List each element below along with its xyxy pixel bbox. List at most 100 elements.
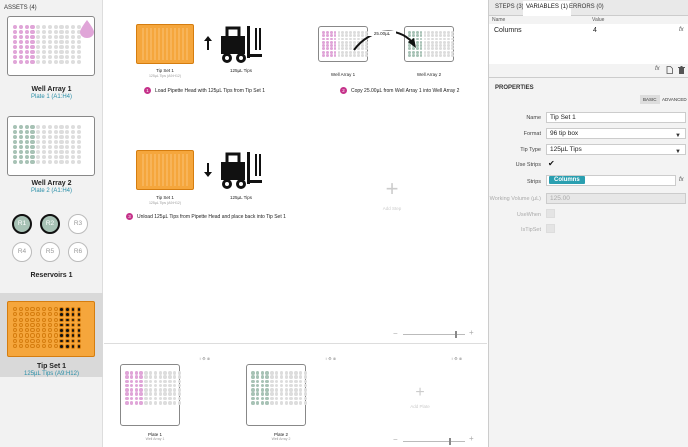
deck-plate-2[interactable] (246, 364, 308, 426)
usestrips-checkbox[interactable]: ✔ (548, 159, 555, 168)
deck-plate-1[interactable] (120, 364, 182, 426)
asset-well-array-1[interactable]: Well Array 1 Plate 1 (A1:H4) (0, 14, 103, 104)
zoom-slider-handle[interactable] (455, 331, 457, 338)
trash-icon[interactable] (678, 66, 685, 74)
well (298, 383, 303, 388)
variable-name[interactable]: Columns (494, 27, 522, 34)
well (24, 59, 29, 65)
reservoir-r3[interactable]: R3 (68, 214, 88, 234)
tip (36, 317, 41, 322)
well (36, 149, 41, 155)
well (70, 59, 76, 65)
well (36, 125, 41, 130)
strips-value-pill[interactable]: Columns (549, 176, 585, 184)
add-step-plus-icon[interactable]: + (372, 176, 412, 202)
well (168, 396, 172, 401)
well (18, 39, 23, 45)
step2-arrow-label: 25.00µL (368, 31, 396, 36)
variable-value[interactable]: 4 (593, 27, 597, 34)
well (443, 47, 446, 51)
step1-tipbox[interactable] (136, 24, 194, 64)
fx-icon[interactable]: fx (655, 66, 660, 72)
reservoir-r6[interactable]: R6 (68, 242, 88, 262)
well (18, 134, 23, 140)
zoom-in-icon[interactable]: + (469, 434, 474, 443)
well (284, 375, 289, 379)
well (13, 129, 18, 135)
well (153, 388, 158, 392)
reservoir-r5[interactable]: R5 (40, 242, 60, 262)
step2-description[interactable]: 2 Copy 25.00µL from Well Array 1 into Wel… (340, 87, 459, 94)
well (65, 54, 70, 60)
well (168, 401, 172, 405)
well (279, 371, 284, 375)
well (70, 139, 76, 145)
zoom-in-icon[interactable]: + (469, 328, 474, 337)
well (270, 375, 274, 379)
well (30, 129, 35, 135)
asset-tip-set-1[interactable]: Tip Set 1 125µL Tips (A9:H12) (0, 293, 103, 377)
fx-icon[interactable]: fx (679, 27, 684, 33)
well (446, 54, 450, 57)
well (345, 34, 349, 38)
tip (70, 333, 76, 338)
asset-reservoirs-1[interactable]: R1 R2 R3 R4 R5 R6 Reservoirs 1 (0, 208, 103, 288)
well (59, 54, 64, 60)
well (419, 54, 423, 57)
format-label: Format (523, 131, 541, 137)
format-select[interactable]: 96 tip box ▼ (546, 128, 686, 139)
strips-label: Strips (526, 179, 541, 185)
well (298, 371, 303, 375)
well (41, 134, 47, 140)
well (18, 129, 23, 135)
well (36, 49, 41, 55)
asset-well-array-2[interactable]: Well Array 2 Plate 2 (A1:H4) (0, 114, 103, 204)
var-header-name: Name (492, 17, 506, 23)
well-grid (251, 371, 308, 405)
well (329, 34, 333, 38)
deck-zoom-slider[interactable] (403, 441, 465, 442)
well (13, 39, 18, 45)
well (24, 39, 29, 45)
well (139, 379, 143, 384)
well (423, 37, 427, 41)
well (129, 371, 134, 375)
tab-variables[interactable]: VARIABLES (1) (523, 1, 571, 16)
tab-steps[interactable]: STEPS (3) (495, 4, 524, 10)
deck-zoom-handle[interactable] (449, 438, 451, 445)
step3-description[interactable]: 3 Unload 125µL Tips from Pipette Head and… (126, 213, 286, 220)
well (270, 379, 274, 384)
advanced-mode-button[interactable]: ADVANCED (659, 95, 688, 104)
variable-row[interactable]: Columns 4 fx (489, 24, 688, 38)
tab-errors[interactable]: ERRORS (0) (569, 4, 604, 10)
well (289, 401, 293, 405)
reservoir-r4[interactable]: R4 (12, 242, 32, 262)
reservoir-r1[interactable]: R1 (12, 214, 32, 234)
reservoir-r2[interactable]: R2 (40, 214, 60, 234)
well (134, 388, 139, 392)
tip (70, 328, 76, 333)
tiptype-select[interactable]: 125µL Tips ▼ (546, 144, 686, 155)
fx-icon[interactable]: fx (679, 177, 684, 183)
well (158, 379, 163, 384)
new-document-icon[interactable] (666, 66, 673, 74)
name-field[interactable]: Tip Set 1 (546, 112, 686, 123)
add-plate-plus-icon[interactable]: + (400, 384, 440, 402)
step1-description[interactable]: 1 Load Pipette Head with 125µL Tips from … (144, 87, 265, 94)
tip (24, 338, 29, 343)
zoom-out-icon[interactable]: − (393, 329, 398, 338)
basic-mode-button[interactable]: BASIC (640, 95, 660, 104)
add-plate-label[interactable]: Add Plate (400, 404, 440, 409)
zoom-out-icon[interactable]: − (393, 435, 398, 444)
well (172, 383, 177, 388)
well (450, 34, 454, 38)
tip (36, 328, 41, 333)
step3-tipbox[interactable] (136, 150, 194, 190)
add-step-label[interactable]: Add Step (372, 206, 412, 211)
well (65, 149, 70, 155)
tip (36, 312, 41, 317)
tipbox-thumbnail (7, 301, 95, 357)
well (168, 383, 172, 388)
well (76, 134, 81, 140)
well (24, 139, 29, 145)
